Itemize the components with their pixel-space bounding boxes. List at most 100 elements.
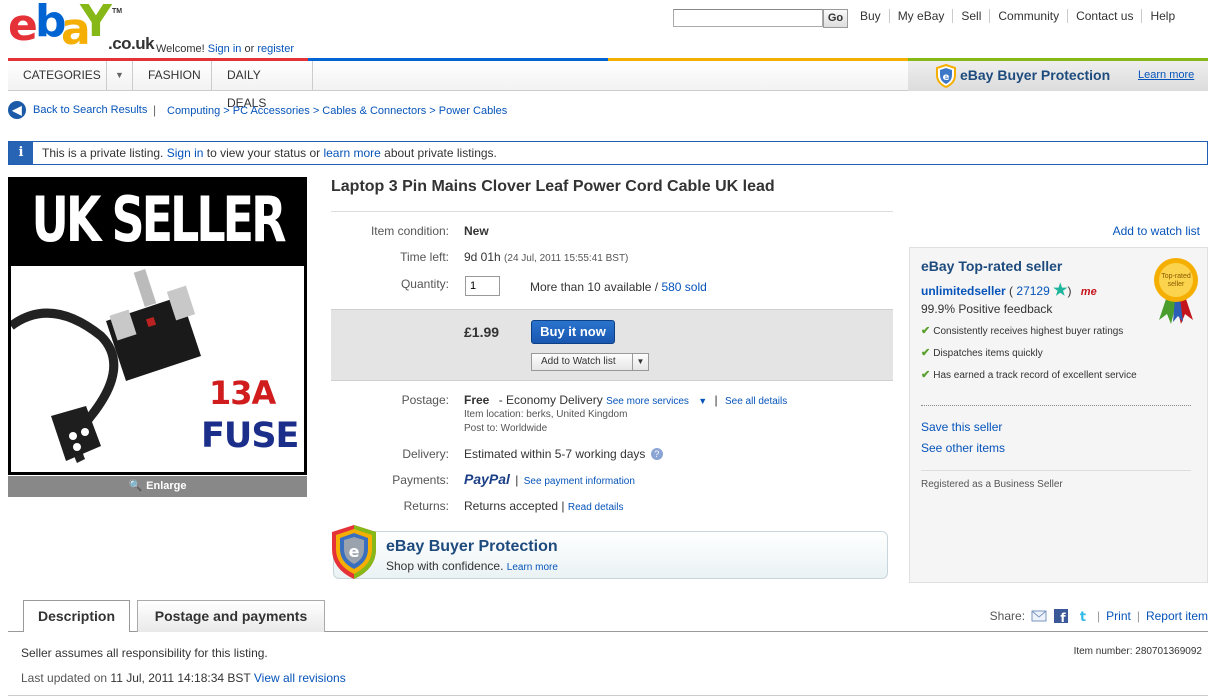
- bp-box-learn-more-link[interactable]: Learn more: [507, 562, 558, 573]
- logo-letter-y: Y: [80, 0, 112, 47]
- availability: More than 10 available / 580 sold: [530, 280, 707, 294]
- seller-panel-divider: [921, 470, 1191, 471]
- logo-suffix: .co.uk: [108, 34, 155, 53]
- category-navbar: Categories ▼ Fashion Daily Deals e eBay …: [8, 61, 1208, 110]
- seller-name-link[interactable]: unlimitedseller: [921, 284, 1006, 298]
- payments-value: PayPal | See payment information: [464, 471, 635, 487]
- me-page-icon[interactable]: me: [1081, 286, 1097, 298]
- search-input[interactable]: [673, 9, 823, 27]
- nav-help[interactable]: Help: [1141, 9, 1183, 23]
- report-item-link[interactable]: Report item: [1146, 609, 1208, 623]
- paypal-logo: PayPal: [464, 471, 510, 487]
- enlarge-button[interactable]: 🔍 Enlarge: [8, 476, 307, 497]
- print-link[interactable]: Print: [1106, 609, 1131, 623]
- private-listing-text: This is a private listing. Sign in to vi…: [42, 146, 497, 160]
- fuse-label: FUSE: [201, 416, 299, 456]
- help-icon[interactable]: ?: [650, 448, 663, 460]
- delivery-value: Estimated within 5-7 working days ?: [464, 447, 663, 461]
- seller-point: ✔ Dispatches items quickly: [921, 347, 1043, 359]
- magnify-icon: 🔍: [128, 480, 143, 492]
- svg-text:e: e: [943, 72, 950, 83]
- nav-community[interactable]: Community: [989, 9, 1067, 23]
- seller-responsibility-note: Seller assumes all responsibility for th…: [21, 646, 268, 660]
- logo-letter-e: e: [8, 0, 38, 51]
- post-to: Post to: Worldwide: [464, 423, 548, 434]
- auction-end-time: (24 Jul, 2011 15:55:41 BST): [504, 253, 629, 264]
- nav-buy[interactable]: Buy: [852, 9, 889, 23]
- back-to-search-results[interactable]: Back to Search Results: [33, 104, 147, 116]
- sold-count-link[interactable]: 580 sold: [661, 280, 706, 294]
- item-number: Item number: 280701369092: [1073, 646, 1202, 657]
- nav-my-ebay[interactable]: My eBay: [888, 9, 953, 23]
- seller-name-row: unlimitedseller ( 27129 ★) me: [921, 282, 1097, 299]
- ebay-logo[interactable]: e b a Y TM .co.uk: [8, 0, 155, 56]
- positive-feedback: 99.9% Positive feedback: [921, 302, 1053, 316]
- notice-sign-in-link[interactable]: Sign in: [167, 146, 204, 160]
- categories-button[interactable]: Categories: [8, 61, 107, 91]
- buy-it-now-button[interactable]: Buy it now: [531, 320, 615, 344]
- title-divider: [331, 211, 893, 212]
- amp-rating: 13A: [209, 374, 276, 412]
- buyer-protection-learn-more[interactable]: Learn more: [1138, 69, 1194, 81]
- notice-learn-more-link[interactable]: learn more: [323, 146, 380, 160]
- returns-label: Returns:: [403, 499, 449, 513]
- buyer-protection-shield-icon: e: [332, 525, 376, 579]
- check-icon: ✔: [921, 325, 931, 337]
- item-location: Item location: berks, United Kingdom: [464, 409, 628, 420]
- add-to-watch-list-link[interactable]: Add to watch list: [1113, 224, 1200, 238]
- facebook-icon[interactable]: f: [1053, 609, 1069, 623]
- buyer-protection-banner: e eBay Buyer Protection Learn more: [908, 61, 1208, 91]
- see-other-items-link[interactable]: See other items: [921, 441, 1005, 455]
- categories-dropdown-icon[interactable]: ▼: [107, 61, 133, 91]
- private-listing-notice: i This is a private listing. Sign in to …: [8, 141, 1208, 165]
- info-icon: i: [9, 142, 33, 164]
- top-rated-seller-title: eBay Top-rated seller: [921, 258, 1063, 274]
- see-all-details-link[interactable]: See all details: [725, 396, 787, 407]
- services-dropdown-icon[interactable]: ▼: [698, 396, 707, 406]
- check-icon: ✔: [921, 369, 931, 381]
- nav-sell[interactable]: Sell: [952, 9, 989, 23]
- quantity-input[interactable]: [465, 276, 500, 296]
- buyer-protection-box: e eBay Buyer Protection Shop with confid…: [332, 525, 888, 579]
- delivery-label: Delivery:: [402, 447, 449, 461]
- watch-list-dropdown-icon[interactable]: ▼: [632, 354, 648, 370]
- svg-text:t: t: [1080, 610, 1086, 623]
- nav-contact-us[interactable]: Contact us: [1067, 9, 1141, 23]
- item-title: Laptop 3 Pin Mains Clover Leaf Power Cor…: [331, 178, 775, 195]
- product-image-inner: 13A FUSE: [8, 266, 304, 472]
- read-details-link[interactable]: Read details: [568, 502, 624, 513]
- save-this-seller-link[interactable]: Save this seller: [921, 420, 1002, 434]
- view-all-revisions-link[interactable]: View all revisions: [254, 671, 346, 685]
- seller-point: ✔ Has earned a track record of excellent …: [921, 369, 1137, 381]
- top-rated-seller-badge-icon: Top-rated seller: [1154, 258, 1198, 324]
- feedback-score-link[interactable]: 27129: [1016, 284, 1049, 298]
- postage-label: Postage:: [401, 393, 449, 407]
- back-arrow-icon[interactable]: ◀: [8, 101, 26, 119]
- seller-panel-divider: [921, 405, 1191, 406]
- time-left-label: Time left:: [400, 250, 449, 264]
- logo-letter-b: b: [35, 0, 66, 47]
- breadcrumb-divider: |: [153, 103, 157, 117]
- svg-text:e: e: [349, 542, 360, 561]
- last-updated: Last updated on 11 Jul, 2011 14:18:34 BS…: [21, 671, 346, 685]
- see-more-services-link[interactable]: See more services: [606, 396, 689, 407]
- fashion-link[interactable]: Fashion: [133, 61, 212, 91]
- seller-info-panel: eBay Top-rated seller unlimitedseller ( …: [909, 247, 1208, 583]
- see-payment-information-link[interactable]: See payment information: [524, 476, 635, 487]
- daily-deals-link[interactable]: Daily Deals: [212, 61, 313, 110]
- postage-value: Free - Economy Delivery See more service…: [464, 393, 788, 407]
- tab-description[interactable]: Description: [23, 600, 130, 632]
- breadcrumb[interactable]: Computing > PC Accessories > Cables & Co…: [167, 105, 507, 117]
- svg-text:seller: seller: [1168, 281, 1185, 288]
- payments-label: Payments:: [392, 473, 449, 487]
- register-link[interactable]: register: [257, 43, 294, 55]
- email-icon[interactable]: [1031, 609, 1047, 623]
- sign-in-link[interactable]: Sign in: [208, 43, 242, 55]
- product-image[interactable]: UK SELLER & POST 13A FUSE: [8, 177, 307, 475]
- tab-postage-and-payments[interactable]: Postage and payments: [137, 600, 325, 632]
- search-go-button[interactable]: Go: [823, 9, 848, 28]
- add-to-watch-list-button[interactable]: Add to Watch list ▼: [531, 353, 649, 371]
- svg-text:Top-rated: Top-rated: [1161, 273, 1191, 280]
- feedback-star-icon: ★: [1053, 282, 1068, 299]
- twitter-icon[interactable]: t: [1075, 609, 1091, 623]
